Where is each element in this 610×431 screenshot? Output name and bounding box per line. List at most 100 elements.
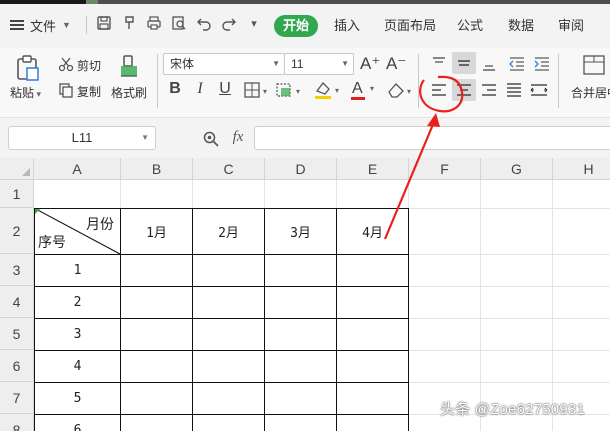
copy-button[interactable]: 复制 — [77, 83, 101, 100]
row-header-6[interactable]: 6 — [0, 350, 34, 382]
highlight-color-icon[interactable]: ▾ — [313, 79, 345, 101]
decrease-indent-icon[interactable] — [508, 56, 526, 72]
row-header-3[interactable]: 3 — [0, 254, 34, 286]
align-right-icon[interactable] — [480, 82, 498, 98]
seq-cell[interactable]: 1 — [35, 255, 120, 286]
chevron-down-icon: ▼ — [272, 59, 280, 68]
chevron-down-icon: ▼ — [141, 133, 149, 142]
spreadsheet-grid[interactable]: A B C D E F G H 1 2 3 4 5 6 7 8 月份 序号 1月… — [0, 158, 610, 431]
gridline — [409, 350, 610, 351]
tab-review[interactable]: 审阅 — [558, 15, 584, 37]
column-header-b[interactable]: B — [121, 158, 193, 180]
seq-cell[interactable]: 3 — [35, 319, 120, 350]
font-color-bar — [351, 97, 365, 100]
month-header[interactable]: 2月 — [193, 209, 264, 254]
paste-button[interactable]: 粘贴 ▾ — [10, 84, 41, 101]
paint-brush-icon[interactable] — [121, 15, 139, 33]
tab-home[interactable]: 开始 — [274, 15, 318, 37]
print-icon[interactable] — [145, 15, 163, 33]
align-bottom-icon[interactable] — [480, 56, 498, 72]
tab-page-layout[interactable]: 页面布局 — [384, 15, 436, 37]
ribbon-separator — [157, 54, 158, 108]
gridline — [408, 180, 409, 208]
gridline — [409, 254, 610, 255]
column-header-c[interactable]: C — [193, 158, 265, 180]
select-all-corner[interactable] — [0, 158, 34, 180]
column-header-g[interactable]: G — [481, 158, 553, 180]
tab-formulas[interactable]: 公式 — [457, 15, 483, 37]
align-left-icon[interactable] — [430, 82, 448, 98]
month-header[interactable]: 4月 — [337, 209, 408, 254]
scissors-icon — [58, 56, 74, 72]
align-top-icon[interactable] — [430, 56, 448, 72]
grow-font-button[interactable]: A⁺ — [360, 55, 380, 73]
seq-cell[interactable]: 5 — [35, 383, 120, 414]
italic-button[interactable]: I — [193, 81, 207, 99]
seq-cell[interactable]: 6 — [35, 415, 120, 431]
gridline — [409, 286, 610, 287]
zoom-formula-icon[interactable] — [202, 130, 220, 148]
chevron-down-icon: ▾ — [34, 89, 42, 99]
cut-button[interactable]: 剪切 — [77, 57, 101, 74]
month-header[interactable]: 3月 — [265, 209, 336, 254]
diagonal-header-month: 月份 — [86, 216, 114, 232]
chevron-down-icon: ▾ — [370, 84, 375, 93]
format-painter-button[interactable]: 格式刷 — [111, 84, 147, 101]
row-header-5[interactable]: 5 — [0, 318, 34, 350]
redo-icon[interactable] — [220, 15, 238, 33]
font-color-button[interactable]: A ▾ — [350, 81, 380, 101]
tab-data[interactable]: 数据 — [508, 15, 534, 37]
formula-input[interactable] — [254, 126, 610, 150]
print-preview-icon[interactable] — [170, 15, 188, 33]
borders-icon[interactable]: ▾ — [243, 81, 271, 99]
seq-cell[interactable]: 2 — [35, 287, 120, 318]
more-dropdown-icon[interactable]: ▾ — [245, 15, 263, 33]
underline-button[interactable]: U — [217, 81, 233, 99]
merge-center-button[interactable]: 合并居中 — [571, 84, 610, 101]
paste-label: 粘贴 — [10, 86, 35, 100]
title-strip-accent — [86, 0, 98, 4]
row-header-2[interactable]: 2 — [0, 208, 34, 254]
align-center-icon[interactable] — [455, 82, 473, 98]
clipboard-icon[interactable] — [14, 54, 42, 82]
column-header-h[interactable]: H — [553, 158, 610, 180]
undo-icon[interactable] — [195, 15, 213, 33]
insert-function-button[interactable]: fx — [228, 130, 248, 148]
gridline — [192, 180, 193, 208]
justify-icon[interactable] — [505, 82, 523, 98]
font-name-select[interactable]: 宋体 ▼ — [163, 53, 285, 75]
svg-text:▾: ▾ — [296, 87, 300, 96]
bold-button[interactable]: B — [167, 81, 183, 99]
gridline — [120, 180, 121, 208]
fill-format-icon[interactable]: ▾ — [275, 81, 305, 99]
tab-insert[interactable]: 插入 — [334, 15, 360, 37]
seq-cell[interactable]: 4 — [35, 351, 120, 382]
gridline — [336, 180, 337, 208]
name-box[interactable]: L11 ▼ — [8, 126, 156, 150]
font-size-select[interactable]: 11 ▼ — [284, 53, 354, 75]
ribbon: 粘贴 ▾ 剪切 复制 格式刷 宋体 ▼ 11 ▼ A⁺ A⁻ B I U ▾ ▾… — [0, 48, 610, 118]
gridline — [409, 318, 610, 319]
align-middle-icon[interactable] — [455, 56, 473, 72]
shrink-font-button[interactable]: A⁻ — [386, 55, 406, 73]
row-header-7[interactable]: 7 — [0, 382, 34, 414]
row-header-8[interactable]: 8 — [0, 414, 34, 431]
ribbon-separator — [418, 54, 419, 108]
eraser-icon[interactable]: ▾ — [386, 81, 416, 99]
table-border — [408, 208, 409, 431]
save-icon[interactable] — [95, 15, 113, 33]
column-header-a[interactable]: A — [34, 158, 121, 180]
column-header-f[interactable]: F — [409, 158, 481, 180]
month-header[interactable]: 1月 — [121, 209, 192, 254]
increase-indent-icon[interactable] — [533, 56, 551, 72]
distributed-align-icon[interactable] — [529, 82, 549, 98]
merge-cells-icon[interactable] — [582, 54, 606, 76]
column-header-d[interactable]: D — [265, 158, 337, 180]
copy-icon — [58, 82, 74, 98]
column-header-e[interactable]: E — [337, 158, 409, 180]
row-header-1[interactable]: 1 — [0, 180, 34, 208]
file-menu-button[interactable]: 文件 ▼ — [10, 14, 71, 36]
format-painter-icon[interactable] — [117, 54, 143, 82]
row-header-4[interactable]: 4 — [0, 286, 34, 318]
svg-text:▾: ▾ — [407, 87, 411, 96]
